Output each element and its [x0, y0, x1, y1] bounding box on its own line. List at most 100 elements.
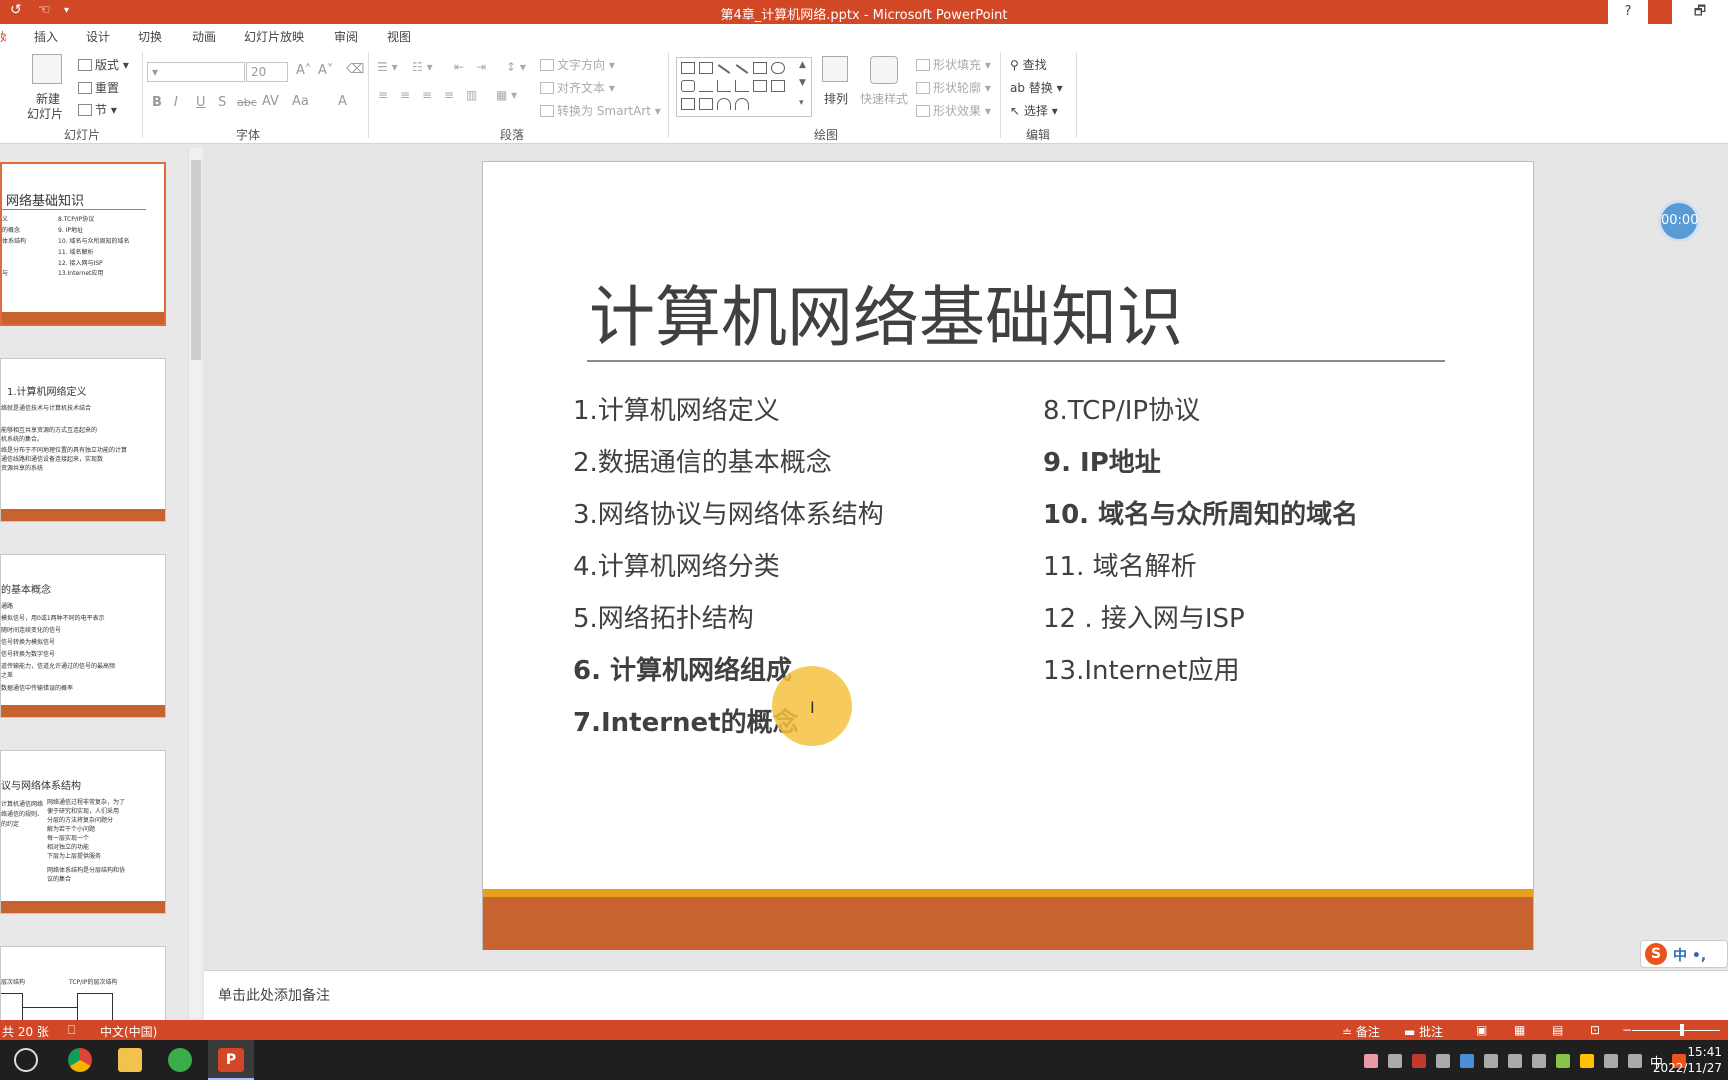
tab-slideshow[interactable]: 幻灯片放映	[244, 28, 304, 45]
clear-format-icon[interactable]: ⌫	[346, 62, 364, 77]
shrink-font-icon[interactable]: A˅	[318, 63, 333, 78]
char-spacing-icon[interactable]: AV	[262, 94, 279, 109]
bullets-icon[interactable]: ☰ ▾	[377, 60, 398, 74]
triangle-shape-icon[interactable]	[699, 80, 713, 92]
decrease-indent-icon[interactable]: ⇤	[454, 60, 464, 74]
browser-app-icon[interactable]	[168, 1048, 192, 1072]
smartart-button[interactable]: 转换为 SmartArt ▾	[540, 102, 661, 119]
tab-transitions[interactable]: 切换	[138, 28, 162, 45]
slide-thumbnail-2[interactable]: 1.计算机网络定义 络就是通信技术与计算机技术结合 能够相互共享资源的方式互连起…	[0, 358, 166, 522]
notes-placeholder[interactable]: 单击此处添加备注	[218, 985, 330, 1005]
slide-bullet-item[interactable]: 2.数据通信的基本概念	[573, 442, 832, 479]
layout-button[interactable]: 版式 ▾	[78, 56, 129, 73]
quick-styles-icon[interactable]	[870, 56, 898, 84]
curve-shape-icon[interactable]	[735, 98, 749, 110]
recording-timer[interactable]: 00:00	[1658, 200, 1700, 242]
tab-view[interactable]: 视图	[387, 28, 411, 45]
quick-styles-button[interactable]: 快速样式	[860, 90, 908, 107]
volume-icon[interactable]	[1628, 1054, 1642, 1068]
zoom-slider-knob[interactable]	[1680, 1024, 1684, 1036]
slideshow-view-icon[interactable]: ⊡	[1590, 1023, 1600, 1037]
columns-icon[interactable]: ▦ ▾	[496, 88, 517, 102]
system-clock[interactable]: 15:41 2022/11/27	[1653, 1044, 1722, 1076]
numbering-icon[interactable]: ☷ ▾	[412, 60, 433, 74]
slide-bullet-item[interactable]: 4.计算机网络分类	[573, 546, 780, 583]
font-name-combo[interactable]: ▾	[147, 62, 245, 82]
new-slide-icon[interactable]	[32, 54, 62, 84]
align-text-button[interactable]: 对齐文本 ▾	[540, 79, 615, 96]
tab-review[interactable]: 审阅	[334, 28, 358, 45]
scrollbar-thumb[interactable]	[191, 160, 201, 360]
tray-app-icon[interactable]	[1556, 1054, 1570, 1068]
slide-sorter-icon[interactable]: ▦	[1514, 1023, 1525, 1037]
gallery-scroll-up-icon[interactable]: ▲	[799, 60, 806, 70]
vertical-textbox-shape-icon[interactable]	[699, 62, 713, 74]
slide-bullet-item[interactable]: 12 . 接入网与ISP	[1043, 598, 1245, 635]
tray-app-icon[interactable]	[1436, 1054, 1450, 1068]
font-color-icon[interactable]: A	[338, 94, 347, 109]
section-button[interactable]: 节 ▾	[78, 101, 117, 118]
arrange-button[interactable]: 排列	[824, 90, 848, 107]
tab-home[interactable]: 始	[0, 28, 6, 45]
shape-effects-button[interactable]: 形状效果 ▾	[916, 102, 991, 119]
tab-insert[interactable]: 插入	[34, 28, 58, 45]
justify-icon[interactable]: ≡	[444, 88, 454, 102]
shapes-gallery[interactable]: ▲ ▼ ▾	[676, 57, 812, 117]
arrange-icon[interactable]	[822, 56, 848, 82]
tray-app-icon[interactable]	[1580, 1054, 1594, 1068]
slide-bullet-item[interactable]: 3.网络协议与网络体系结构	[573, 494, 884, 531]
right-arrow-shape-icon[interactable]	[753, 80, 767, 92]
reset-button[interactable]: 重置	[78, 79, 119, 96]
slide-bullet-item[interactable]: 13.Internet应用	[1043, 650, 1240, 687]
slide-bullet-item[interactable]: 6. 计算机网络组成	[573, 650, 792, 687]
rounded-rect-shape-icon[interactable]	[681, 80, 695, 92]
right-brace-shape-icon[interactable]	[771, 98, 785, 110]
elbow-connector-shape-icon[interactable]	[717, 80, 731, 92]
ime-mode-text[interactable]: 中 •,	[1673, 945, 1706, 965]
microphone-icon[interactable]	[1484, 1054, 1498, 1068]
align-right-icon[interactable]: ≡	[422, 88, 432, 102]
slide-thumbnail-3[interactable]: 的基本概念 通路 模拟信号，用0或1两种不同的电平表示 随时间连续变化的信号 信…	[0, 554, 166, 718]
font-size-combo[interactable]: 20	[246, 62, 288, 82]
arrow-line-shape-icon[interactable]	[735, 64, 749, 74]
italic-icon[interactable]: I	[174, 95, 178, 110]
new-slide-button-line2[interactable]: 幻灯片	[27, 105, 63, 122]
strikethrough-icon[interactable]: abc	[237, 96, 257, 109]
increase-indent-icon[interactable]: ⇥	[476, 60, 486, 74]
tray-app-icon[interactable]	[1460, 1054, 1474, 1068]
powerpoint-taskbar-button[interactable]: P	[208, 1040, 254, 1080]
freeform-shape-icon[interactable]	[699, 98, 713, 110]
gallery-scroll-down-icon[interactable]: ▼	[799, 78, 806, 88]
slide-bullet-item[interactable]: 9. IP地址	[1043, 442, 1161, 479]
text-direction-button[interactable]: 文字方向 ▾	[540, 56, 615, 73]
tray-app-icon[interactable]	[1508, 1054, 1522, 1068]
change-case-icon[interactable]: Aa	[292, 94, 309, 109]
oval-shape-icon[interactable]	[771, 62, 785, 74]
select-button[interactable]: ↖ 选择 ▾	[1010, 102, 1058, 119]
slide-bullet-item[interactable]: 1.计算机网络定义	[573, 390, 780, 427]
comments-button[interactable]: ▬ 批注	[1404, 1023, 1443, 1040]
chrome-icon[interactable]	[68, 1048, 92, 1072]
gallery-more-icon[interactable]: ▾	[799, 98, 804, 108]
help-button[interactable]: ?	[1608, 0, 1648, 24]
ime-toolbar[interactable]: S 中 •,	[1640, 940, 1728, 968]
slide-bullet-item[interactable]: 5.网络拓扑结构	[573, 598, 754, 635]
zoom-slider[interactable]	[1632, 1030, 1720, 1031]
spellcheck-icon[interactable]: ⎕	[68, 1023, 75, 1038]
distribute-icon[interactable]: ▥	[466, 88, 477, 102]
normal-view-icon[interactable]: ▣	[1476, 1023, 1487, 1037]
language-indicator[interactable]: 中文(中国)	[100, 1023, 157, 1040]
replace-button[interactable]: ab 替换 ▾	[1010, 79, 1063, 96]
notes-button[interactable]: ≐ 备注	[1342, 1023, 1380, 1040]
rectangle-shape-icon[interactable]	[753, 62, 767, 74]
slide-bullet-item[interactable]: 10. 域名与众所周知的域名	[1043, 494, 1358, 531]
slide-bullet-item[interactable]: 7.Internet的概念	[573, 702, 799, 739]
slide-thumbnail-1[interactable]: 网络基础知识 义 的概念 体系结构 与 8.TCP/IP协议 9. IP地址 1…	[0, 162, 166, 326]
line-spacing-icon[interactable]: ↕ ▾	[506, 60, 526, 74]
line-shape-icon[interactable]	[717, 64, 731, 74]
tray-app-icon[interactable]	[1532, 1054, 1546, 1068]
tab-design[interactable]: 设计	[86, 28, 110, 45]
tray-app-icon[interactable]	[1364, 1054, 1378, 1068]
bold-icon[interactable]: B	[152, 95, 162, 110]
thumbnails-scrollbar[interactable]	[188, 148, 202, 1018]
